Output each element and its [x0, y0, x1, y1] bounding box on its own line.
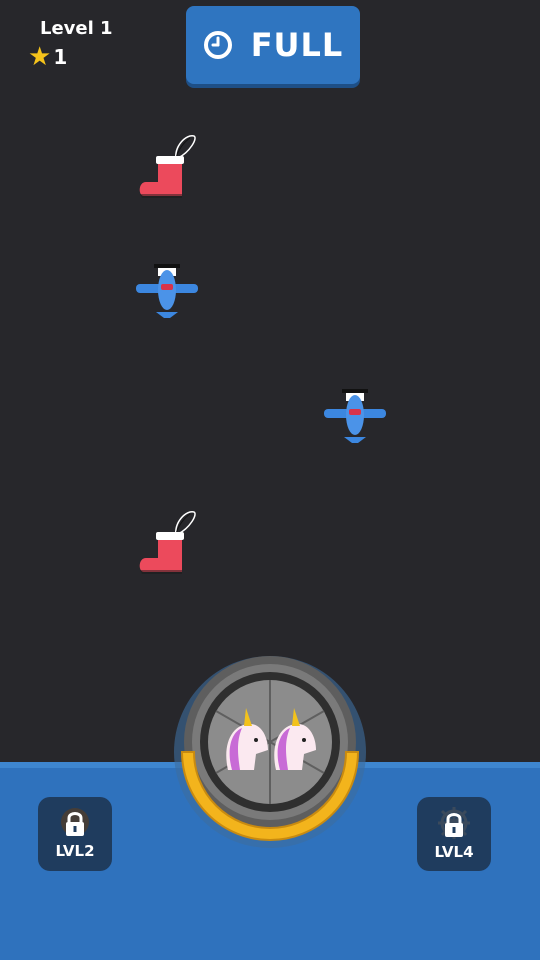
airplane-icon[interactable] — [134, 262, 200, 320]
lock-icon — [438, 807, 470, 839]
star-count: 1 — [53, 45, 68, 69]
lock-icon — [61, 808, 89, 836]
play-area[interactable] — [0, 0, 540, 765]
stocking-icon[interactable] — [132, 504, 202, 578]
locked-slot-lvl4[interactable]: LVL4 — [417, 797, 491, 871]
locked-slot-lvl2[interactable]: LVL2 — [38, 797, 112, 871]
locked-slot-label: LVL4 — [434, 843, 474, 861]
full-button[interactable]: FULL — [186, 6, 360, 84]
spinner-wheel[interactable] — [170, 652, 370, 852]
locked-slot-label: LVL2 — [55, 842, 95, 860]
star-counter: ★ 1 — [28, 44, 67, 70]
level-label: Level 1 — [40, 18, 113, 39]
airplane-icon[interactable] — [322, 387, 388, 445]
full-button-label: FULL — [250, 26, 344, 64]
star-icon: ★ — [28, 42, 52, 72]
stocking-icon[interactable] — [132, 128, 202, 202]
clock-icon — [203, 31, 232, 59]
